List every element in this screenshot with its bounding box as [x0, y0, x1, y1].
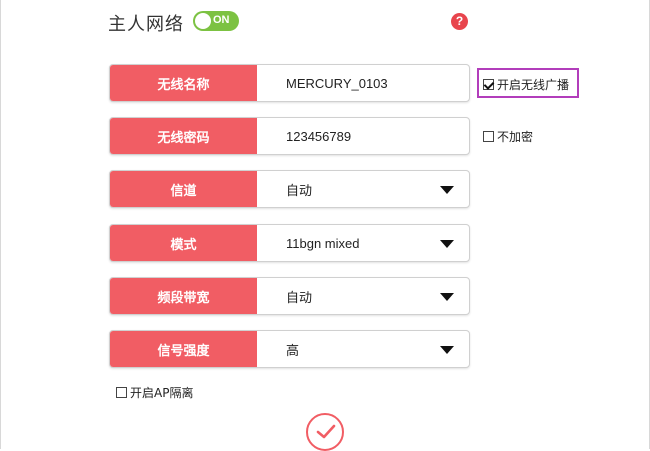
mode-label: 模式 [110, 225, 257, 261]
no-encrypt-checkbox-label: 不加密 [497, 130, 534, 144]
password-input[interactable]: 123456789 [286, 118, 429, 154]
chevron-down-icon[interactable] [440, 240, 454, 248]
ap-isolation-checkbox[interactable]: 开启AP隔离 [116, 384, 193, 401]
password-label: 无线密码 [110, 118, 257, 154]
checkmark-icon [316, 424, 336, 439]
ap-isolation-checkbox-label: 开启AP隔离 [130, 386, 194, 400]
signal-strength-label: 信号强度 [110, 331, 257, 367]
password-row: 无线密码 123456789 [109, 117, 470, 155]
channel-label: 信道 [110, 171, 257, 207]
chevron-down-icon[interactable] [440, 346, 454, 354]
bandwidth-select[interactable]: 自动 [286, 278, 429, 314]
frame-left-border [0, 0, 1, 449]
ssid-row: 无线名称 MERCURY_0103 [109, 64, 470, 102]
no-encrypt-checkbox[interactable]: 不加密 [483, 128, 533, 145]
bandwidth-row[interactable]: 频段带宽 自动 [109, 277, 470, 315]
channel-row[interactable]: 信道 自动 [109, 170, 470, 208]
save-button[interactable] [306, 413, 344, 451]
help-icon[interactable]: ? [451, 13, 468, 30]
checkbox-icon[interactable] [116, 387, 127, 398]
broadcast-checkbox-label: 开启无线广播 [497, 78, 570, 92]
broadcast-checkbox[interactable]: 开启无线广播 [483, 76, 569, 93]
toggle-knob [195, 13, 211, 29]
bandwidth-label: 频段带宽 [110, 278, 257, 314]
signal-strength-row[interactable]: 信号强度 高 [109, 330, 470, 368]
page-title: 主人网络 [108, 14, 184, 35]
checkbox-icon[interactable] [483, 131, 494, 142]
signal-strength-select[interactable]: 高 [286, 331, 429, 367]
ssid-label: 无线名称 [110, 65, 257, 101]
channel-select[interactable]: 自动 [286, 171, 429, 207]
toggle-label: ON [213, 14, 230, 26]
network-toggle[interactable]: ON [193, 11, 239, 31]
chevron-down-icon[interactable] [440, 293, 454, 301]
mode-row[interactable]: 模式 11bgn mixed [109, 224, 470, 262]
ssid-input[interactable]: MERCURY_0103 [286, 65, 429, 101]
checkbox-checked-icon[interactable] [483, 79, 494, 90]
chevron-down-icon[interactable] [440, 186, 454, 194]
mode-select[interactable]: 11bgn mixed [286, 225, 429, 261]
